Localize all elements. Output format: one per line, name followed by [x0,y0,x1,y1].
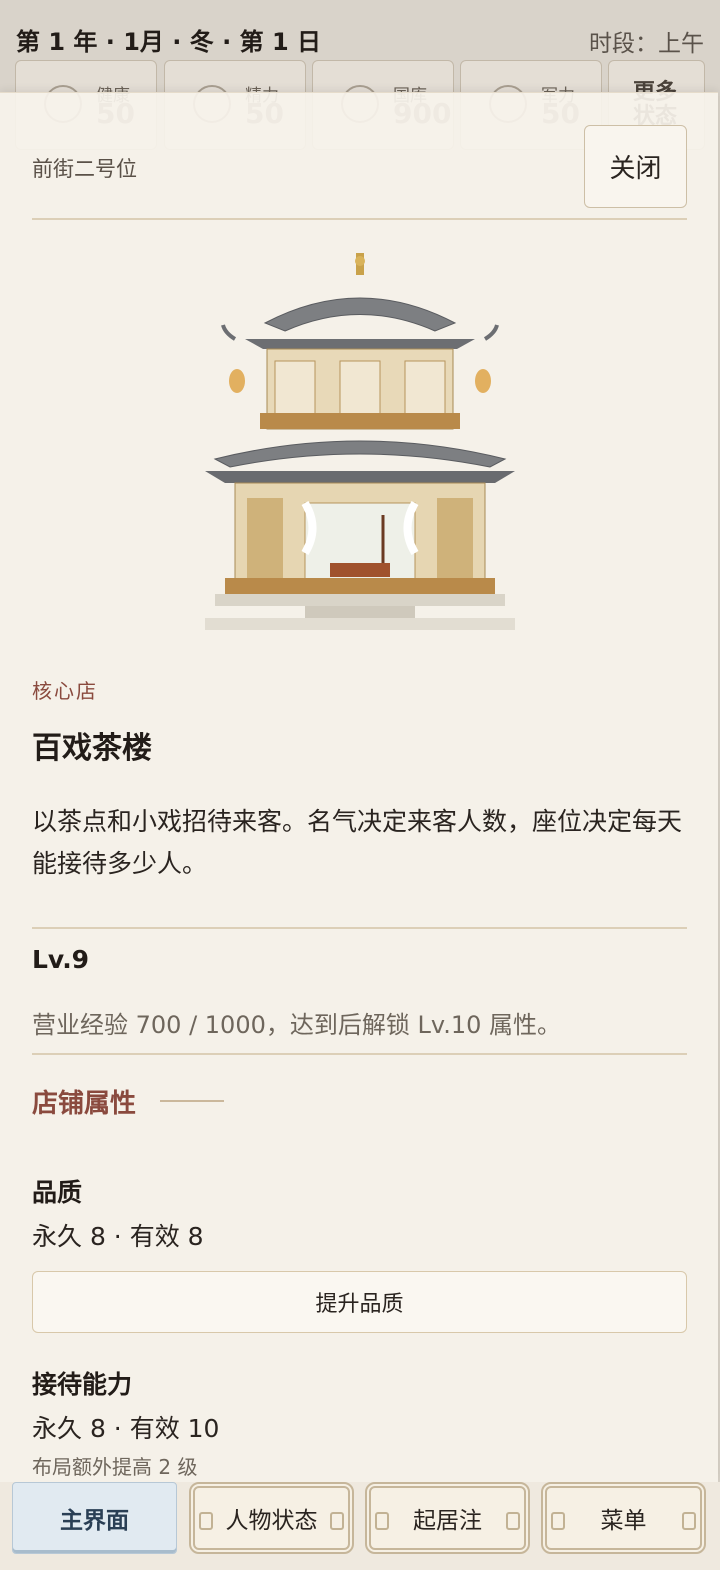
section-divider [160,1100,224,1102]
shop-tag: 核心店 [32,679,98,703]
nav-main[interactable]: 主界面 [12,1482,177,1554]
divider [32,927,687,929]
shop-description: 以茶点和小戏招待来客。名气决定来客人数，座位决定每天能接待多少人。 [32,807,683,878]
attribute-note-capacity: 布局额外提高 2 级 [32,1455,198,1479]
close-button[interactable]: 关闭 [584,125,687,208]
shop-level: Lv.9 [32,945,90,974]
nav-character-status[interactable]: 人物状态 [189,1482,354,1554]
attribute-name-capacity: 接待能力 [32,1370,133,1399]
status-header: 第 1 年 · 1月 · 冬 · 第 1 日 时段：上午 健康 50 精力 50… [0,0,720,150]
bottom-nav: 主界面 人物状态 起居注 菜单 [0,1482,720,1570]
attribute-value-quality: 永久 8 · 有效 8 [32,1222,204,1251]
experience-text: 营业经验 700 / 1000，达到后解锁 Lv.10 属性。 [32,1011,561,1039]
attribute-name-quality: 品质 [32,1178,83,1207]
divider [32,218,687,220]
nav-menu[interactable]: 菜单 [541,1482,706,1554]
teahouse-illustration [205,253,515,630]
period-display: 时段：上午 [589,31,704,57]
date-display: 第 1 年 · 1月 · 冬 · 第 1 日 [16,28,322,56]
section-title: 店铺属性 [32,1089,137,1119]
attribute-value-capacity: 永久 8 · 有效 10 [32,1414,220,1443]
shop-name: 百戏茶楼 [32,731,152,766]
divider [32,1053,687,1055]
upgrade-quality-button[interactable]: 提升品质 [32,1271,687,1333]
nav-diary[interactable]: 起居注 [365,1482,530,1554]
shop-detail-modal: 前街二号位 关闭 核心店 百戏茶楼 以茶点和小戏招待来客。名气决定来客人数，座位… [0,92,718,1482]
slot-label: 前街二号位 [32,157,137,181]
